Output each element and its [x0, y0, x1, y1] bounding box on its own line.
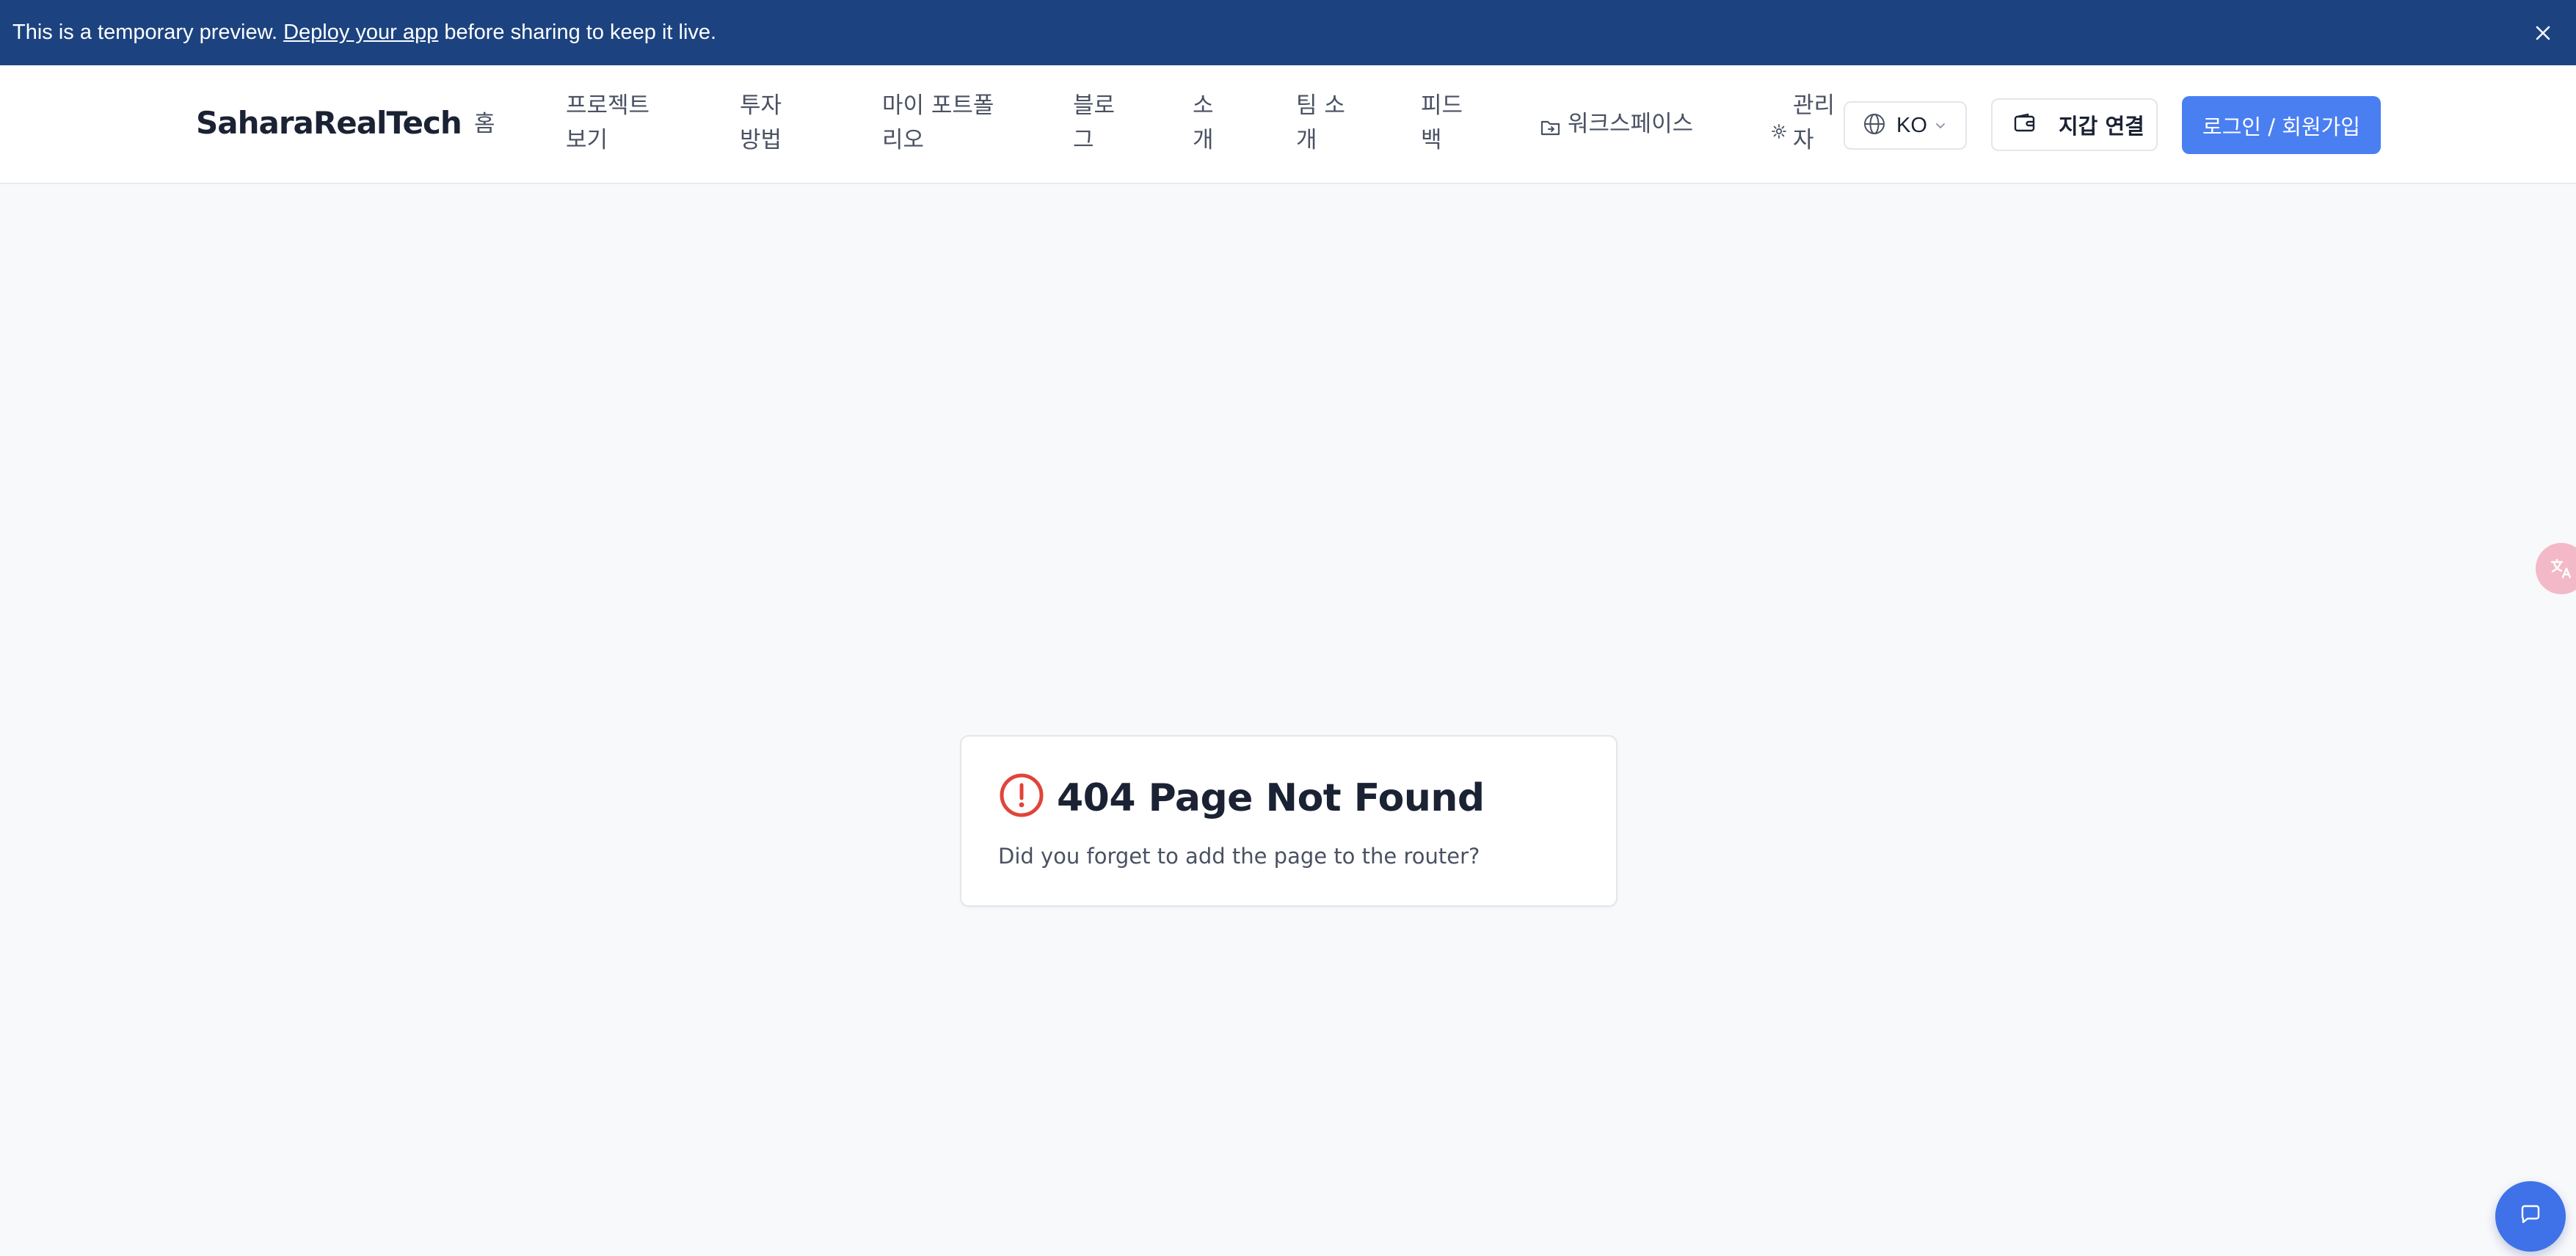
- banner-text-before: This is a temporary preview.: [12, 21, 284, 44]
- nav-blog[interactable]: 블로 그: [1073, 89, 1115, 158]
- error-description: Did you forget to add the page to the ro…: [998, 844, 1480, 869]
- nav-blog-line2: 그: [1073, 127, 1094, 153]
- chevron-down-icon: [1935, 119, 1946, 133]
- close-icon[interactable]: [2529, 19, 2557, 47]
- banner-message: This is a temporary preview. Deploy your…: [12, 21, 716, 45]
- nav-projects-line1: 프로젝트: [566, 92, 650, 119]
- nav-admin-line1: 관리: [1793, 92, 1835, 119]
- nav-how-to-invest[interactable]: 투자 방법: [740, 89, 782, 158]
- connect-wallet-label: 지갑 연결: [2059, 114, 2144, 139]
- nav-feedback-line1: 피드: [1421, 92, 1463, 119]
- nav-about-line2: 개: [1193, 127, 1214, 153]
- nav-team-line2: 개: [1296, 127, 1317, 153]
- nav-feedback[interactable]: 피드 백: [1421, 89, 1463, 158]
- nav-how-to-invest-line1: 투자: [740, 92, 782, 119]
- nav-admin[interactable]: 관리 자: [1771, 89, 1835, 158]
- nav-my-portfolio-line1: 마이 포트폴: [882, 92, 994, 119]
- chat-button[interactable]: [2495, 1181, 2566, 1252]
- nav-team[interactable]: 팀 소 개: [1296, 89, 1345, 158]
- connect-wallet-button[interactable]: 지갑 연결: [1991, 98, 2158, 151]
- login-signup-button[interactable]: 로그인 / 회원가입: [2182, 96, 2381, 154]
- nav-about[interactable]: 소 개: [1193, 89, 1214, 158]
- not-found-card: 404 Page Not Found Did you forget to add…: [960, 735, 1618, 907]
- nav-workspace-label: 워크스페이스: [1568, 111, 1694, 137]
- nav-how-to-invest-line2: 방법: [740, 127, 782, 153]
- nav-team-line1: 팀 소: [1296, 92, 1345, 119]
- nav-projects[interactable]: 프로젝트 보기: [566, 89, 650, 158]
- nav-blog-line1: 블로: [1073, 92, 1116, 119]
- banner-text-after: before sharing to keep it live.: [438, 21, 717, 44]
- nav-my-portfolio-line2: 리오: [882, 127, 925, 153]
- wallet-icon: [2013, 112, 2037, 137]
- preview-banner: This is a temporary preview. Deploy your…: [0, 0, 2576, 65]
- nav-projects-line2: 보기: [566, 127, 608, 153]
- nav-home-label: 홈: [474, 111, 495, 137]
- nav-admin-line2: 자: [1793, 127, 1814, 153]
- site-header: SaharaRealTech 홈 프로젝트 보기 투자 방법 마이 포트폴 리오…: [0, 65, 2576, 184]
- translate-icon[interactable]: [2536, 543, 2576, 594]
- folder-icon: [1540, 114, 1562, 148]
- language-value: KO: [1896, 113, 1927, 137]
- alert-circle-icon: [998, 772, 1045, 819]
- nav-home[interactable]: 홈: [474, 107, 495, 142]
- language-select[interactable]: KO: [1844, 101, 1967, 150]
- deploy-app-link[interactable]: Deploy your app: [283, 21, 438, 44]
- nav-workspace[interactable]: 워크스페이스: [1540, 107, 1693, 148]
- chat-bubble-icon: [2518, 1202, 2543, 1230]
- globe-icon: [1863, 112, 1886, 139]
- site-logo[interactable]: SaharaRealTech: [196, 105, 462, 141]
- error-title: 404 Page Not Found: [1057, 776, 1485, 820]
- nav-feedback-line2: 백: [1421, 127, 1442, 153]
- gear-icon: [1771, 115, 1787, 150]
- nav-my-portfolio[interactable]: 마이 포트폴 리오: [882, 89, 994, 158]
- nav-about-line1: 소: [1193, 92, 1214, 119]
